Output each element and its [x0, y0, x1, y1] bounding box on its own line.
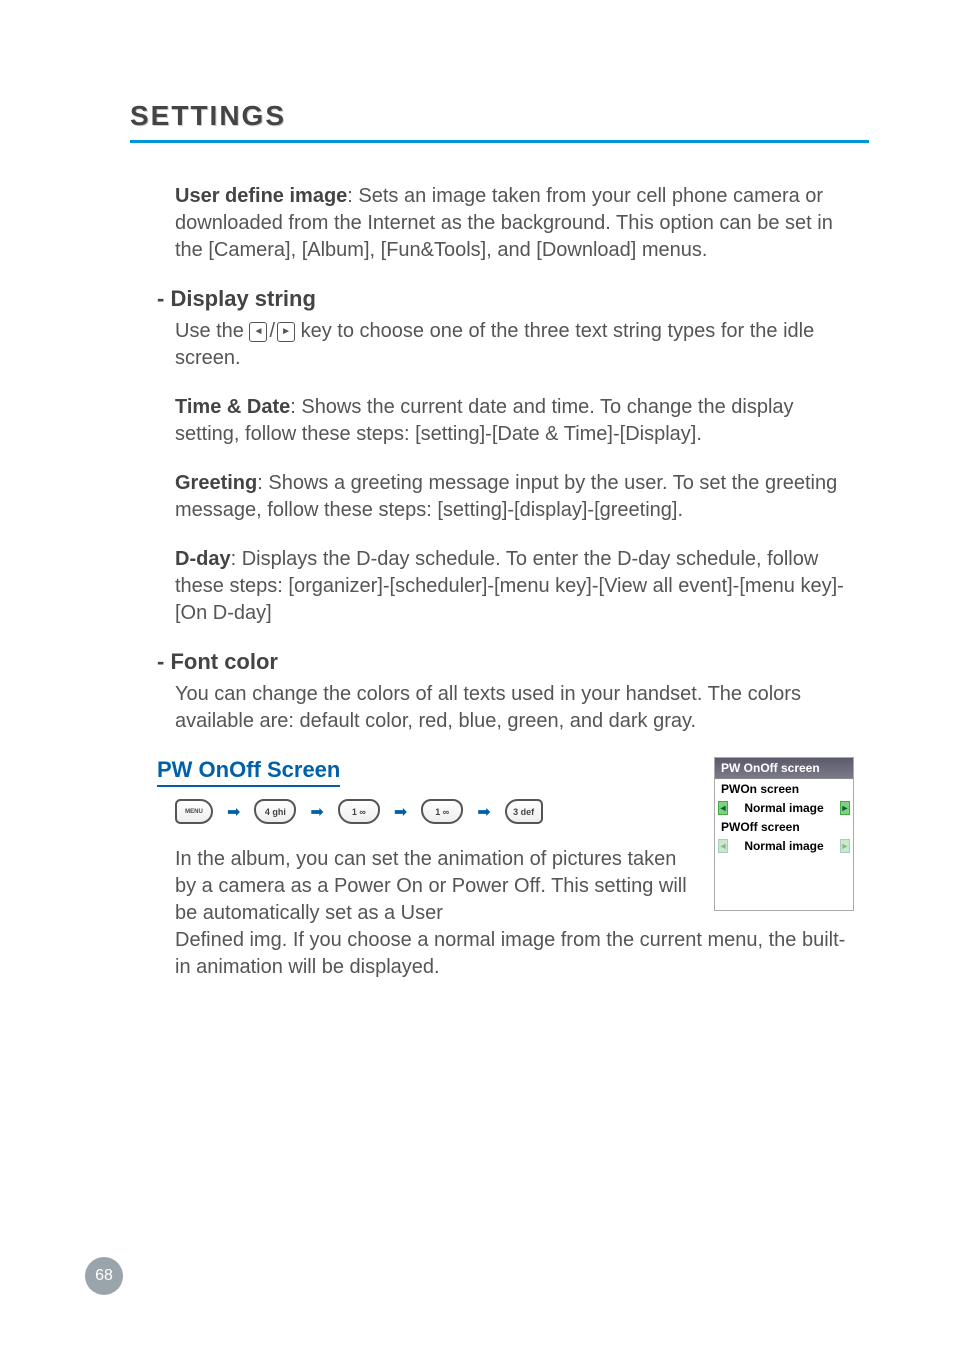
- paragraph-pw-onoff-after: Defined img. If you choose a normal imag…: [175, 927, 854, 981]
- key-slash: /: [269, 318, 275, 345]
- paragraph-dday: D-day: Displays the D-day schedule. To e…: [175, 546, 854, 627]
- section-pw-onoff: PW OnOff Screen MENU ➡ 4 ghi ➡ 1 ∞ ➡ 1 ∞…: [175, 757, 854, 981]
- bold-dday: D-day: [175, 548, 231, 570]
- text-greeting-rest: : Shows a greeting message input by the …: [175, 472, 837, 521]
- arrow-icon: ➡: [310, 802, 323, 822]
- arrow-icon: ➡: [477, 802, 490, 822]
- paragraph-display-string: Use the ◄/► key to choose one of the thr…: [175, 318, 854, 372]
- right-arrow-icon: ►: [840, 839, 850, 853]
- left-arrow-icon: ◄: [718, 801, 728, 815]
- bold-time-date: Time & Date: [175, 396, 290, 418]
- right-arrow-icon: ►: [840, 801, 850, 815]
- paragraph-pw-onoff-left: In the album, you can set the animation …: [175, 846, 689, 927]
- section-title-pw-onoff: PW OnOff Screen: [157, 757, 340, 787]
- paragraph-time-date: Time & Date: Shows the current date and …: [175, 394, 854, 448]
- arrow-icon: ➡: [394, 802, 407, 822]
- page-header-title: SETTINGS: [130, 100, 869, 132]
- phone-screenshot: PW OnOff screen PWOn screen ◄ Normal ima…: [714, 757, 854, 911]
- key-4-icon: 4 ghi: [254, 799, 296, 824]
- key-sequence: MENU ➡ 4 ghi ➡ 1 ∞ ➡ 1 ∞ ➡ 3 def: [175, 799, 689, 824]
- page-number: 68: [85, 1257, 123, 1295]
- paragraph-user-define: User define image: Sets an image taken f…: [175, 183, 854, 264]
- screenshot-title: PW OnOff screen: [715, 758, 853, 779]
- screenshot-value-pwon: Normal image: [732, 801, 836, 815]
- menu-key-icon: MENU: [175, 799, 213, 824]
- bold-user-define: User define image: [175, 185, 347, 207]
- nav-left-key-icon: ◄: [249, 322, 267, 342]
- arrow-icon: ➡: [227, 802, 240, 822]
- paragraph-greeting: Greeting: Shows a greeting message input…: [175, 470, 854, 524]
- paragraph-font-color: You can change the colors of all texts u…: [175, 681, 854, 735]
- nav-key-group: ◄/►: [249, 318, 295, 345]
- key-1-icon: 1 ∞: [338, 799, 380, 824]
- bold-greeting: Greeting: [175, 472, 257, 494]
- screenshot-label-pwoff: PWOff screen: [715, 817, 853, 837]
- header-divider: [130, 140, 869, 143]
- text-dday-rest: : Displays the D-day schedule. To enter …: [175, 548, 844, 624]
- screenshot-label-pwon: PWOn screen: [715, 779, 853, 799]
- subheading-display-string: - Display string: [157, 286, 854, 312]
- screenshot-row-pwoff: ◄ Normal image ►: [715, 837, 853, 855]
- key-3-icon: 3 def: [505, 799, 543, 824]
- screenshot-row-pwon: ◄ Normal image ►: [715, 799, 853, 817]
- screenshot-blank: [715, 855, 853, 910]
- screenshot-value-pwoff: Normal image: [732, 839, 836, 853]
- text-display-string-pre: Use the: [175, 320, 249, 342]
- content-area: User define image: Sets an image taken f…: [175, 183, 854, 981]
- key-1-icon: 1 ∞: [421, 799, 463, 824]
- subheading-font-color: - Font color: [157, 649, 854, 675]
- nav-right-key-icon: ►: [277, 322, 295, 342]
- left-arrow-icon: ◄: [718, 839, 728, 853]
